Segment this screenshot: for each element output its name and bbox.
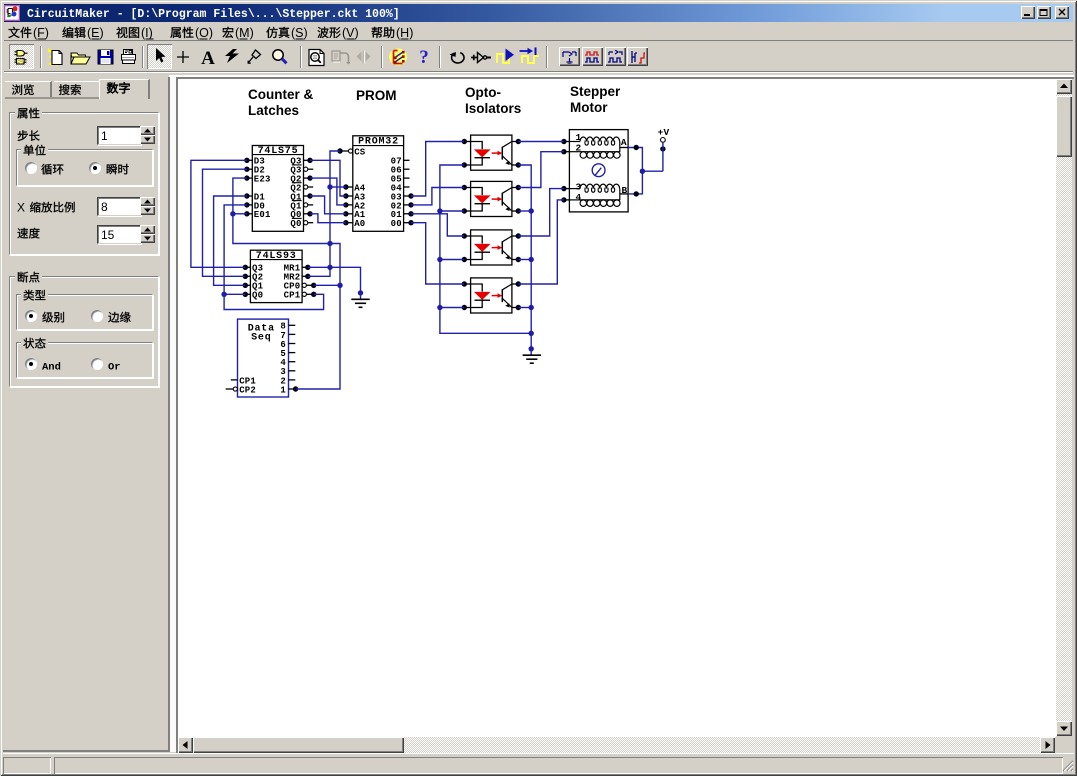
svg-text:Latches: Latches [248, 103, 299, 118]
svg-text:Opto-: Opto- [465, 85, 501, 100]
svg-text:B: B [622, 185, 628, 196]
svg-text:CS: CS [354, 147, 366, 157]
svg-text:A: A [621, 137, 627, 148]
svg-text:Seq: Seq [251, 332, 271, 343]
svg-text:1: 1 [280, 385, 286, 395]
svg-text:E23: E23 [254, 175, 271, 185]
svg-text:?: ? [419, 47, 429, 66]
svg-text:Counter &: Counter & [248, 87, 313, 102]
svg-text:Motor: Motor [570, 100, 608, 115]
svg-text:CP2: CP2 [239, 385, 256, 395]
svg-text:CP1: CP1 [284, 291, 301, 301]
svg-text:A: A [201, 48, 215, 66]
svg-text:Stepper: Stepper [570, 84, 621, 99]
svg-text:74LS93: 74LS93 [256, 251, 297, 262]
svg-text:+V: +V [658, 127, 670, 138]
svg-text:Q0: Q0 [290, 219, 301, 229]
svg-text:PROM: PROM [356, 88, 397, 103]
svg-text:A0: A0 [354, 219, 365, 229]
svg-text:Q0: Q0 [252, 291, 263, 301]
svg-text:00: 00 [391, 219, 402, 229]
svg-text:74LS75: 74LS75 [258, 146, 299, 157]
svg-text:Isolators: Isolators [465, 101, 521, 116]
svg-text:E01: E01 [254, 210, 271, 220]
